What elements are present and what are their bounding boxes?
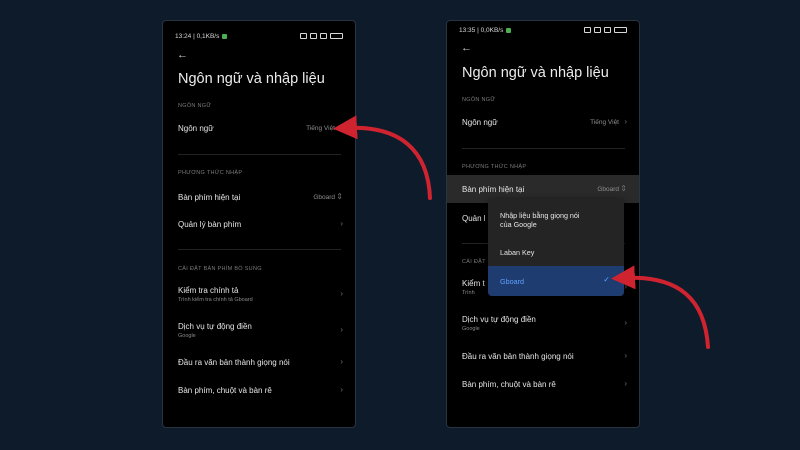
row-label: Đầu ra văn bản thành giọng nói [178, 358, 290, 367]
chevron-right-icon: › [340, 385, 343, 394]
checkmark-icon: ✓ [603, 275, 610, 284]
row-value: Gboard [597, 186, 619, 193]
divider [178, 154, 341, 155]
chevron-updown-icon: ⇕ [336, 192, 343, 201]
wifi-icon [604, 27, 611, 33]
row-language[interactable]: Ngôn ngữ Tiếng Việt › [447, 109, 639, 137]
page-title: Ngôn ngữ và nhập liệu [462, 65, 609, 81]
wifi-icon [320, 33, 327, 39]
divider [178, 249, 341, 250]
row-label: Ngôn ngữ [462, 118, 498, 127]
chevron-right-icon: › [624, 282, 627, 291]
signal-icon [310, 33, 317, 39]
section-header-extra: CÀI ĐẶT [462, 259, 486, 265]
dropdown-option-gboard[interactable]: Gboard ✓ [488, 266, 624, 296]
chevron-right-icon: › [340, 357, 343, 366]
row-label: Kiểm tra chính tả [178, 286, 239, 295]
row-label: Dịch vụ tự động điền [178, 322, 252, 331]
row-keyboard-mouse[interactable]: Bàn phím, chuột và bàn rê › [163, 377, 355, 405]
row-current-keyboard[interactable]: Bàn phím hiện tại Gboard ⇕ [163, 184, 355, 212]
status-time: 13:35 | 0,0KB/s [459, 26, 504, 34]
row-label: Đầu ra văn bản thành giọng nói [462, 352, 574, 361]
row-label: Quản lý bàn phím [178, 220, 242, 229]
back-arrow-icon[interactable]: ← [177, 49, 191, 61]
chevron-right-icon: › [340, 289, 343, 298]
option-label: Laban Key [500, 248, 535, 257]
status-time: 13:24 | 0,1KB/s [175, 32, 220, 40]
chevron-updown-icon: ⇕ [620, 184, 627, 193]
back-arrow-icon[interactable]: ← [461, 42, 475, 54]
row-value: Tiếng Việt [590, 119, 619, 126]
row-label: Quản l [462, 214, 486, 223]
keyboard-dropdown-menu: Nhập liệu bằng giọng nói của Google Laba… [488, 199, 624, 296]
divider [462, 148, 625, 149]
status-icons [300, 33, 343, 39]
app-notification-icon [222, 33, 228, 39]
phone-screen-left: 13:24 | 0,1KB/s ← Ngôn ngữ và nhập liệu … [162, 20, 356, 428]
arrow-to-language-row [333, 115, 432, 200]
chevron-right-icon: › [340, 219, 343, 228]
row-label: Bàn phím hiện tại [178, 193, 241, 202]
battery-icon [614, 27, 627, 33]
dropdown-option-laban-key[interactable]: Laban Key [488, 239, 624, 265]
annotation-arrows [333, 115, 710, 349]
sim-icon [584, 27, 591, 33]
signal-icon [594, 27, 601, 33]
chevron-right-icon: › [624, 351, 627, 360]
app-notification-icon [506, 27, 512, 33]
row-language[interactable]: Ngôn ngữ Tiếng Việt › [163, 115, 355, 143]
row-label: Dịch vụ tự động điền [462, 315, 536, 324]
section-header-input: PHƯƠNG THỨC NHẬP [178, 170, 243, 176]
row-label: Ngôn ngữ [178, 124, 214, 133]
row-autofill[interactable]: Dịch vụ tự động điền Google › [163, 317, 355, 345]
battery-icon [330, 33, 343, 39]
status-bar: 13:24 | 0,1KB/s [175, 31, 343, 41]
row-keyboard-mouse[interactable]: Bàn phím, chuột và bàn rê › [447, 371, 639, 399]
row-subtitle: Trình [462, 290, 475, 296]
row-value: Tiếng Việt [306, 125, 335, 132]
row-tts[interactable]: Đầu ra văn bản thành giọng nói › [163, 349, 355, 377]
status-icons [584, 27, 627, 33]
section-header-language: NGÔN NGỮ [462, 97, 496, 103]
chevron-right-icon: › [340, 325, 343, 334]
row-label: Kiểm t [462, 279, 485, 288]
chevron-right-icon: › [624, 379, 627, 388]
chevron-right-icon: › [624, 318, 627, 327]
option-label: Gboard [500, 277, 524, 286]
section-header-input: PHƯƠNG THỨC NHẬP [462, 164, 527, 170]
row-value: Gboard [313, 194, 335, 201]
sim-icon [300, 33, 307, 39]
row-manage-keyboard[interactable]: Quản lý bàn phím › [163, 211, 355, 239]
row-label: Bàn phím hiện tại [462, 185, 525, 194]
page-title: Ngôn ngữ và nhập liệu [178, 71, 325, 87]
row-autofill[interactable]: Dịch vụ tự động điền Google › [447, 311, 639, 339]
section-header-extra: CÀI ĐẶT BÀN PHÍM BỔ SUNG [178, 266, 262, 272]
row-label: Bàn phím, chuột và bàn rê [462, 380, 556, 389]
chevron-right-icon: › [624, 117, 627, 126]
phone-screen-right: 13:35 | 0,0KB/s ← Ngôn ngữ và nhập liệu … [446, 20, 640, 428]
row-subtitle: Google [178, 333, 196, 339]
dropdown-option-google-voice[interactable]: Nhập liệu bằng giọng nói của Google [488, 199, 624, 239]
status-bar: 13:35 | 0,0KB/s [459, 25, 627, 35]
row-label: Bàn phím, chuột và bàn rê [178, 386, 272, 395]
row-spell-check[interactable]: Kiểm tra chính tả Trình kiểm tra chính t… [163, 281, 355, 309]
row-subtitle: Google [462, 326, 480, 332]
option-label-line2: của Google [500, 220, 537, 229]
chevron-right-icon: › [340, 123, 343, 132]
option-label-line1: Nhập liệu bằng giọng nói [500, 211, 580, 220]
row-subtitle: Trình kiểm tra chính tả Gboard [178, 297, 253, 303]
row-tts[interactable]: Đầu ra văn bản thành giọng nói › [447, 343, 639, 371]
section-header-language: NGÔN NGỮ [178, 103, 212, 109]
